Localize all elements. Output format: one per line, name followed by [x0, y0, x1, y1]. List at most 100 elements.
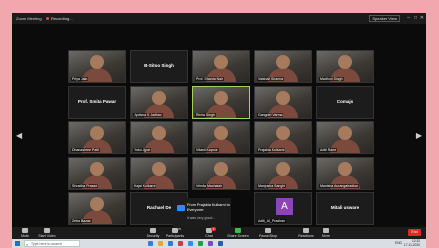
edge-browser-icon[interactable]: [168, 241, 173, 246]
participant-tile[interactable]: Mitali usware: [316, 192, 374, 225]
participant-tile[interactable]: Manisha Aurangabadkar: [316, 156, 374, 190]
window-title: Zoom Meeting: [16, 16, 42, 21]
participant-name-label: Vitasti Kapoor: [195, 148, 219, 152]
participant-head: [338, 126, 352, 140]
participant-tile[interactable]: Aditi Rane: [316, 121, 374, 154]
participant-tile[interactable]: Priya Jain: [68, 50, 126, 83]
participant-tile[interactable]: Shradha Prasad: [68, 156, 126, 190]
participant-head: [214, 126, 228, 140]
toolbar-button-label: More: [322, 234, 330, 238]
excel-app-icon[interactable]: [198, 241, 203, 246]
participant-head: [90, 55, 104, 69]
participant-tile[interactable]: Jyotsna S Jadhav: [130, 85, 188, 119]
participant-head: [214, 161, 228, 176]
end-meeting-button[interactable]: End: [408, 229, 421, 236]
chrome-browser-icon[interactable]: [178, 241, 183, 246]
participant-tile[interactable]: Zeba Bazaz: [68, 192, 126, 225]
participant-tile[interactable]: Gangotri Varma: [254, 85, 312, 119]
participant-head: [338, 161, 352, 176]
system-clock[interactable]: 12:32 17-11-2020: [403, 239, 420, 247]
zoom-app-icon[interactable]: [188, 241, 193, 246]
language-indicator[interactable]: ENG: [395, 241, 402, 245]
participant-name-label: Aditi Rane: [319, 148, 338, 152]
microphone-icon: [22, 228, 28, 233]
toolbar-button-label: Security: [146, 234, 160, 238]
participant-tile[interactable]: Manjusha Sanghi: [254, 156, 312, 190]
chat-button[interactable]: 1 Chat: [198, 227, 220, 238]
participant-name-label: Zeba Bazaz: [71, 219, 92, 223]
participants-button[interactable]: 25 Participants: [164, 227, 186, 238]
participant-tile[interactable]: Prajakta Kulkarni: [254, 121, 312, 154]
security-button[interactable]: Security: [142, 228, 164, 238]
chat-sender: From Prajakta Kulkarni to Everyone:: [187, 203, 230, 212]
clock-date: 17-11-2020: [403, 242, 420, 247]
title-bar: Zoom Meeting Recording... Speaker View –…: [12, 13, 426, 24]
onenote-app-icon[interactable]: [208, 241, 213, 246]
participant-name-label: Madhuri Singh: [319, 77, 344, 81]
participant-head: [152, 90, 166, 105]
participant-count: 25: [177, 227, 182, 231]
participant-name-label: Prajakta Kulkarni: [257, 148, 286, 152]
recording-indicator[interactable]: Recording...: [46, 16, 73, 21]
toolbar-button-label: Start Video: [38, 234, 56, 238]
start-video-button[interactable]: Start Video: [36, 228, 58, 238]
next-page-icon[interactable]: ▶: [416, 131, 422, 140]
participant-name-label: Prof. Sharda Nair: [195, 77, 225, 81]
participant-name-label: Manisha Aurangabadkar: [319, 183, 359, 188]
close-icon[interactable]: ✕: [420, 15, 424, 21]
taskbar-search-box[interactable]: ⌕ Type here to search: [24, 240, 80, 247]
windows-start-icon[interactable]: [15, 241, 20, 246]
participant-tile[interactable]: B-Sitoo Singh: [130, 50, 188, 83]
participant-head: [90, 126, 104, 140]
share-screen-button[interactable]: Share Screen: [227, 228, 249, 238]
maximize-icon[interactable]: □: [414, 15, 417, 21]
record-dot-icon: [46, 17, 49, 21]
participant-tile[interactable]: Comajs: [316, 85, 374, 119]
participant-tile[interactable]: A Aditi_Al_Pradhan: [254, 192, 312, 225]
meeting-toolbar: End Mute Start Video Security 25 Participant…: [12, 227, 426, 242]
participant-tile[interactable]: Dhanashree Patil: [68, 121, 126, 154]
file-explorer-icon[interactable]: [158, 241, 163, 246]
participant-name-label: Priya Jain: [71, 77, 89, 81]
windows-taskbar: ⌕ Type here to search ENG 12:32 17-11-202…: [12, 239, 426, 248]
participant-head: [90, 197, 104, 211]
participant-name: Mitali usware: [330, 205, 360, 210]
participant-tile[interactable]: Kajal Kulkarni: [130, 156, 188, 190]
participant-tile[interactable]: Yoko Jjpar: [130, 121, 188, 154]
speaker-view-button[interactable]: Speaker View: [369, 15, 400, 22]
more-button[interactable]: More: [315, 228, 337, 238]
toolbar-button-label: Mute: [21, 234, 29, 238]
participant-head: [276, 90, 290, 105]
shield-icon: [150, 228, 156, 233]
participant-head: [152, 161, 166, 176]
participant-tile[interactable]: Madhuri Singh: [316, 50, 374, 83]
participant-head: [276, 161, 290, 176]
previous-page-icon[interactable]: ◀: [16, 131, 22, 140]
chat-message: it was very good...: [187, 216, 216, 220]
participant-head: [214, 55, 228, 69]
participant-tile[interactable]: Richa Singh: [192, 85, 250, 119]
participant-head: [338, 55, 352, 69]
reactions-icon: [303, 228, 309, 233]
task-view-icon[interactable]: [148, 241, 153, 246]
participant-tile[interactable]: Prof. Sharda Nair: [192, 50, 250, 83]
participant-name-label: Yoko Jjpar: [133, 148, 152, 152]
participant-name-label: Richa Singh: [195, 112, 216, 117]
toolbar-button-label: Chat: [205, 234, 213, 238]
chat-unread-badge: 1: [211, 227, 216, 231]
participant-tile[interactable]: Vrinda Machaiah: [192, 156, 250, 190]
participant-name-label: Aditi_Al_Pradhan: [257, 219, 287, 223]
participant-name-label: Vrinda Machaiah: [195, 183, 224, 188]
participant-tile[interactable]: Prof. Smita Pawar: [68, 85, 126, 119]
participant-name-label: Kajal Kulkarni: [133, 183, 157, 188]
reactions-button[interactable]: Reactions: [295, 228, 317, 238]
participant-tile[interactable]: Vaishali Sharma: [254, 50, 312, 83]
participant-tile[interactable]: Vitasti Kapoor: [192, 121, 250, 154]
mute-button[interactable]: Mute: [14, 228, 36, 238]
toolbar-button-label: Reactions: [298, 234, 314, 238]
participant-head: [152, 126, 166, 140]
record-icon: [265, 228, 271, 233]
participant-name: Comajs: [336, 98, 354, 104]
minimize-icon[interactable]: –: [407, 15, 410, 21]
word-app-icon[interactable]: [218, 241, 223, 246]
